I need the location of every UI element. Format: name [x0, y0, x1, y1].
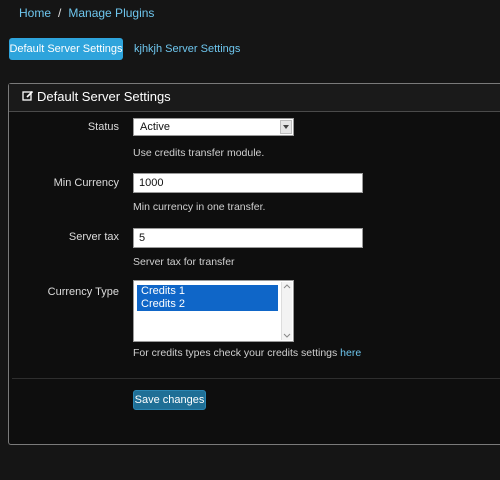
scrollbar-arrows-icon: [283, 284, 291, 338]
min-currency-help: Min currency in one transfer.: [133, 201, 266, 213]
currency-type-label: Currency Type: [47, 286, 119, 298]
panel-title: Default Server Settings: [23, 89, 171, 104]
currency-type-help-text: For credits types check your credits set…: [133, 347, 338, 359]
currency-type-help: For credits types check your credits set…: [133, 347, 361, 359]
breadcrumb: Home / Manage Plugins: [19, 6, 154, 20]
server-tax-input[interactable]: 5: [133, 228, 363, 248]
min-currency-input[interactable]: 1000: [133, 173, 363, 193]
save-changes-button[interactable]: Save changes: [133, 390, 206, 410]
credits-settings-link[interactable]: here: [340, 347, 361, 359]
breadcrumb-manage-plugins-link[interactable]: Manage Plugins: [68, 6, 154, 20]
form-divider: [12, 378, 500, 379]
panel-title-text: Default Server Settings: [37, 89, 171, 104]
breadcrumb-separator: /: [58, 6, 62, 20]
chevron-down-icon[interactable]: [280, 120, 292, 134]
panel-header: Default Server Settings: [9, 84, 500, 112]
server-tax-label: Server tax: [68, 231, 119, 243]
status-select-value: Active: [140, 121, 170, 133]
status-label: Status: [87, 121, 119, 133]
currency-option-credits-1[interactable]: Credits 1: [137, 285, 278, 298]
listbox-scrollbar[interactable]: [281, 282, 292, 340]
tab-default-server-settings[interactable]: Default Server Settings: [9, 38, 123, 60]
status-help: Use credits transfer module.: [133, 147, 265, 159]
currency-type-listbox[interactable]: Credits 1 Credits 2: [133, 280, 294, 342]
status-select[interactable]: Active: [133, 118, 294, 136]
server-tax-help: Server tax for transfer: [133, 256, 235, 268]
currency-option-credits-2[interactable]: Credits 2: [137, 298, 278, 311]
min-currency-label: Min Currency: [53, 177, 119, 189]
settings-panel: Default Server Settings: [8, 83, 500, 445]
tab-kjhkjh-server-settings[interactable]: kjhkjh Server Settings: [134, 38, 240, 60]
breadcrumb-home-link[interactable]: Home: [19, 6, 51, 20]
